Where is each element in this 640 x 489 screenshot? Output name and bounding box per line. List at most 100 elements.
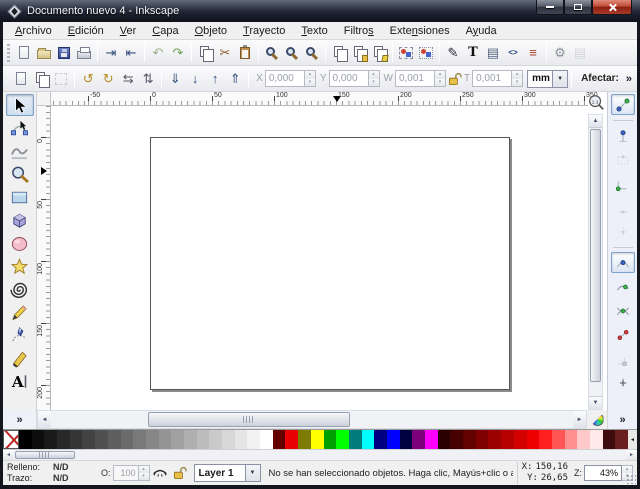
save-document-button[interactable] — [54, 42, 74, 63]
align-dialog-button[interactable]: ≡ — [523, 42, 543, 63]
unlink-clone-button[interactable] — [369, 42, 389, 63]
snap-bounding-box-button[interactable] — [611, 125, 635, 146]
text-dialog-button[interactable]: T — [463, 42, 483, 63]
pencil-tool-button[interactable] — [6, 301, 34, 323]
palette-scrollbar[interactable]: ◄ ► — [3, 449, 637, 460]
vertical-scrollbar[interactable]: ▲ ▼ — [588, 114, 603, 410]
snapbar-overflow-button[interactable]: » — [616, 414, 628, 426]
color-swatch-19[interactable] — [260, 430, 273, 449]
color-swatch-29[interactable] — [387, 430, 400, 449]
document-page[interactable] — [150, 137, 510, 390]
color-swatch-16[interactable] — [222, 430, 235, 449]
color-swatch-33[interactable] — [438, 430, 451, 449]
create-clone-button[interactable] — [349, 42, 369, 63]
x-spinner[interactable]: ▴▾ — [305, 70, 316, 87]
color-swatch-27[interactable] — [362, 430, 375, 449]
flip-horizontal-button[interactable]: ⇆ — [118, 68, 138, 89]
fill-stroke-indicator[interactable]: Relleno:N/D Trazo:N/D — [7, 462, 95, 484]
color-swatch-30[interactable] — [400, 430, 413, 449]
color-swatch-14[interactable] — [197, 430, 210, 449]
y-input[interactable]: 0,000 — [329, 70, 369, 87]
horizontal-ruler[interactable]: -50050100150200250300350 — [51, 92, 588, 106]
magnifier-corner-icon[interactable]: 1:1 — [587, 93, 605, 113]
horizontal-scrollbar[interactable]: ◄ ► — [37, 410, 587, 429]
lock-ratio-toggle[interactable] — [447, 69, 463, 89]
preferences-button[interactable]: ⚙ — [550, 42, 570, 63]
zoom-to-selection-button[interactable] — [262, 42, 282, 63]
color-swatch-46[interactable] — [603, 430, 616, 449]
color-swatch-1[interactable] — [32, 430, 45, 449]
raise-one-step-button[interactable]: ↑ — [205, 68, 225, 89]
flip-vertical-button[interactable]: ⇅ — [138, 68, 158, 89]
color-swatch-36[interactable] — [476, 430, 489, 449]
color-swatch-37[interactable] — [488, 430, 501, 449]
scroll-right-arrow[interactable]: ► — [573, 411, 586, 428]
color-swatch-15[interactable] — [209, 430, 222, 449]
tweak-tool-button[interactable] — [6, 140, 34, 162]
color-swatch-42[interactable] — [552, 430, 565, 449]
menu-trayecto[interactable]: Trayecto — [235, 24, 293, 38]
color-swatch-22[interactable] — [298, 430, 311, 449]
palette-scroll-thumb[interactable] — [15, 451, 75, 459]
ungroup-button[interactable] — [416, 42, 436, 63]
vertical-ruler[interactable]: 050100150200 — [37, 106, 51, 410]
menu-texto[interactable]: Texto — [293, 24, 335, 38]
snap-path-intersections-button[interactable] — [611, 300, 635, 321]
minimize-button[interactable] — [536, 0, 564, 15]
box3d-tool-button[interactable] — [6, 209, 34, 231]
maximize-button[interactable] — [564, 0, 592, 15]
color-swatch-47[interactable] — [615, 430, 628, 449]
bezier-tool-button[interactable] — [6, 324, 34, 346]
width-spinner[interactable]: ▴▾ — [435, 70, 446, 87]
ellipse-tool-button[interactable] — [6, 232, 34, 254]
snap-cusp-nodes-button[interactable] — [611, 324, 635, 345]
color-swatch-40[interactable] — [527, 430, 540, 449]
color-swatch-4[interactable] — [70, 430, 83, 449]
menu-ayuda[interactable]: Ayuda — [458, 24, 505, 38]
undo-button[interactable]: ↶ — [148, 42, 168, 63]
menu-ver[interactable]: Ver — [112, 24, 145, 38]
color-swatch-25[interactable] — [336, 430, 349, 449]
color-swatch-38[interactable] — [501, 430, 514, 449]
star-tool-button[interactable] — [6, 255, 34, 277]
paste-button[interactable] — [235, 42, 255, 63]
vertical-scroll-thumb[interactable] — [590, 129, 601, 382]
cut-button[interactable]: ✂ — [215, 42, 235, 63]
palette-scroll-left-icon[interactable]: ◄ — [628, 430, 637, 449]
palette-scroll-right-arrow[interactable]: ► — [626, 450, 637, 460]
menu-capa[interactable]: Capa — [144, 24, 186, 38]
node-tool-button[interactable] — [6, 117, 34, 139]
menu-objeto[interactable]: Objeto — [187, 24, 235, 38]
color-swatch-11[interactable] — [159, 430, 172, 449]
chevron-down-icon[interactable]: ▼ — [553, 70, 568, 88]
layer-lock-toggle[interactable] — [170, 463, 190, 483]
scroll-down-arrow[interactable]: ▼ — [589, 396, 602, 409]
resize-grip[interactable] — [626, 474, 636, 484]
color-swatch-24[interactable] — [324, 430, 337, 449]
color-swatch-3[interactable] — [57, 430, 70, 449]
color-swatch-32[interactable] — [425, 430, 438, 449]
color-swatch-21[interactable] — [285, 430, 298, 449]
duplicate-button[interactable] — [329, 42, 349, 63]
color-swatch-0[interactable] — [19, 430, 32, 449]
color-swatch-41[interactable] — [539, 430, 552, 449]
color-swatch-20[interactable] — [273, 430, 286, 449]
y-spinner[interactable]: ▴▾ — [369, 70, 380, 87]
height-input[interactable]: 0,001 — [472, 70, 512, 87]
snap-midpoints-button[interactable] — [611, 372, 635, 393]
spiral-tool-button[interactable] — [6, 278, 34, 300]
snap-bbox-corners-button[interactable] — [611, 173, 635, 194]
rectangle-tool-button[interactable] — [6, 186, 34, 208]
lower-to-bottom-button[interactable]: ⇓ — [165, 68, 185, 89]
color-management-icon[interactable] — [591, 413, 604, 426]
snap-nodes-button[interactable] — [611, 252, 635, 273]
color-swatch-2[interactable] — [44, 430, 57, 449]
scroll-left-arrow[interactable]: ◄ — [38, 411, 51, 428]
menu-filtros[interactable]: Filtros — [336, 24, 382, 38]
print-document-button[interactable] — [74, 42, 94, 63]
current-layer-label[interactable]: Layer 1 — [194, 464, 246, 482]
color-swatch-12[interactable] — [171, 430, 184, 449]
select-all-button[interactable] — [11, 68, 31, 89]
swatch-none[interactable] — [3, 430, 19, 449]
new-document-button[interactable] — [14, 42, 34, 63]
